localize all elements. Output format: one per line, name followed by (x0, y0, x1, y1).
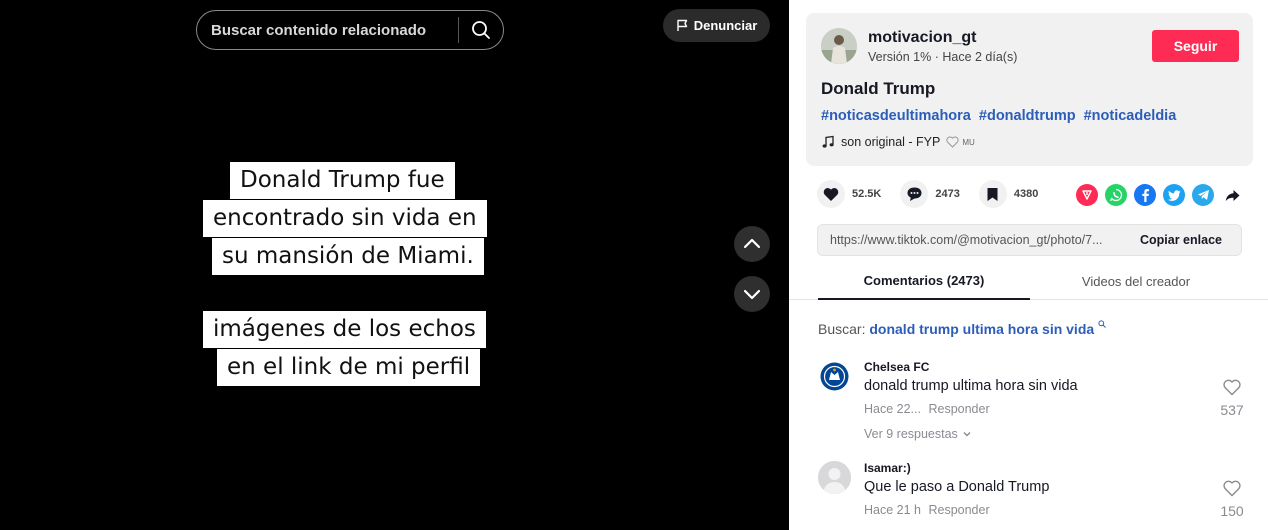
author-username[interactable]: motivacion_gt (868, 29, 976, 47)
author-avatar[interactable] (821, 28, 857, 64)
video-panel: Denunciar Donald Trump fue encontrado si… (0, 0, 789, 530)
hashtag-list: #noticasdeultimahora #donaldtrump #notic… (821, 108, 1180, 124)
telegram-icon[interactable] (1192, 184, 1214, 206)
default-avatar-icon (818, 461, 851, 494)
twitter-icon[interactable] (1163, 184, 1185, 206)
related-search-input[interactable] (197, 11, 458, 49)
report-button[interactable]: Denunciar (663, 9, 770, 42)
heart-outline-icon (946, 136, 959, 148)
caption-line: Donald Trump fue (230, 162, 455, 199)
comment-like-count: 537 (1220, 402, 1244, 418)
facebook-icon[interactable] (1134, 184, 1156, 206)
share-arrow-icon[interactable] (1221, 184, 1243, 206)
related-search-bar (196, 10, 504, 50)
chevron-down-icon (963, 432, 971, 437)
copy-link-button[interactable]: Copiar enlace (1121, 233, 1241, 247)
comment-like-button[interactable]: 537 (1207, 379, 1257, 418)
caption-line: en el link de mi perfil (217, 349, 481, 386)
comment-count: 2473 (935, 188, 960, 200)
commenter-avatar[interactable] (818, 360, 851, 393)
author-meta: Versión 1% · Hace 2 día(s) (868, 50, 1018, 64)
post-title: Donald Trump (821, 79, 936, 98)
info-panel: motivacion_gt Versión 1% · Hace 2 día(s)… (789, 0, 1268, 530)
view-replies-button[interactable]: Ver 9 respuestas (864, 427, 972, 441)
action-bar: 52.5K 2473 4380 (817, 180, 1057, 208)
copy-link-box: https://www.tiktok.com/@motivacion_gt/ph… (817, 224, 1242, 256)
comment-search-suggestion: Buscar: donald trump ultima hora sin vid… (818, 320, 1106, 337)
hashtag-link[interactable]: #donaldtrump (979, 108, 1076, 124)
search-suggest-label: Buscar: (818, 321, 866, 337)
save-button[interactable]: 4380 (978, 180, 1039, 208)
search-button[interactable] (459, 11, 503, 49)
comment-time: Hace 21 h (864, 503, 921, 517)
whatsapp-icon[interactable] (1105, 184, 1127, 206)
reply-button[interactable]: Responder (928, 503, 989, 517)
comment-meta: Hace 21 h Responder (864, 503, 990, 517)
comment-time: Hace 22... (864, 402, 921, 416)
chelsea-crest-icon (818, 360, 851, 393)
heart-icon (823, 187, 839, 201)
small-search-icon (1098, 320, 1106, 328)
report-label: Denunciar (693, 18, 758, 33)
music-tag: MU (962, 137, 975, 147)
search-icon (472, 21, 490, 39)
save-circle (978, 180, 1007, 208)
heart-outline-icon (1223, 379, 1241, 396)
music-title: son original - FYP (841, 135, 941, 149)
flag-icon (677, 19, 687, 31)
person-photo-icon (821, 28, 857, 64)
caption-line: encontrado sin vida en (203, 200, 487, 237)
comment-like-count: 150 (1220, 503, 1244, 519)
chevron-up-icon (743, 238, 761, 249)
comment-text: donald trump ultima hora sin vida (864, 378, 1078, 394)
search-suggest-query[interactable]: donald trump ultima hora sin vida (869, 321, 1094, 337)
repost-icon[interactable] (1076, 184, 1098, 206)
view-replies-label: Ver 9 respuestas (864, 427, 958, 441)
comment-meta: Hace 22... Responder (864, 402, 990, 416)
hashtag-link[interactable]: #noticasdeultimahora (821, 108, 971, 124)
reply-button[interactable]: Responder (928, 402, 989, 416)
hashtag-link[interactable]: #noticadeldia (1084, 108, 1177, 124)
comment-text: Que le paso a Donald Trump (864, 479, 1050, 495)
like-circle (817, 180, 845, 208)
follow-button[interactable]: Seguir (1152, 30, 1239, 62)
comment-button[interactable]: 2473 (900, 180, 960, 208)
tab-comments[interactable]: Comentarios (2473) (818, 262, 1030, 300)
comment-icon (907, 187, 922, 201)
chevron-down-icon (743, 289, 761, 300)
commenter-avatar[interactable] (818, 461, 851, 494)
previous-post-button[interactable] (734, 226, 770, 262)
save-count: 4380 (1013, 188, 1039, 200)
tab-creator-videos[interactable]: Videos del creador (1030, 262, 1242, 300)
comment-circle (900, 180, 929, 208)
share-bar (1076, 184, 1243, 206)
bookmark-icon (987, 187, 998, 201)
commenter-name[interactable]: Chelsea FC (864, 360, 929, 374)
comment-item: Chelsea FC donald trump ultima hora sin … (818, 360, 1253, 450)
tab-bar: Comentarios (2473) Videos del creador (789, 262, 1268, 300)
music-link[interactable]: son original - FYP MU (821, 135, 975, 149)
commenter-name[interactable]: Isamar:) (864, 461, 911, 475)
comment-item: Isamar:) Que le paso a Donald Trump Hace… (818, 461, 1253, 530)
music-note-icon (822, 135, 834, 148)
heart-outline-icon (1223, 480, 1241, 497)
like-count: 52.5K (852, 188, 882, 200)
next-post-button[interactable] (734, 276, 770, 312)
caption-line: su mansión de Miami. (212, 238, 484, 275)
like-button[interactable]: 52.5K (817, 180, 881, 208)
post-url[interactable]: https://www.tiktok.com/@motivacion_gt/ph… (818, 233, 1121, 247)
comment-like-button[interactable]: 150 (1207, 480, 1257, 519)
caption-line: imágenes de los echos (203, 311, 486, 348)
author-card: motivacion_gt Versión 1% · Hace 2 día(s)… (806, 13, 1253, 166)
